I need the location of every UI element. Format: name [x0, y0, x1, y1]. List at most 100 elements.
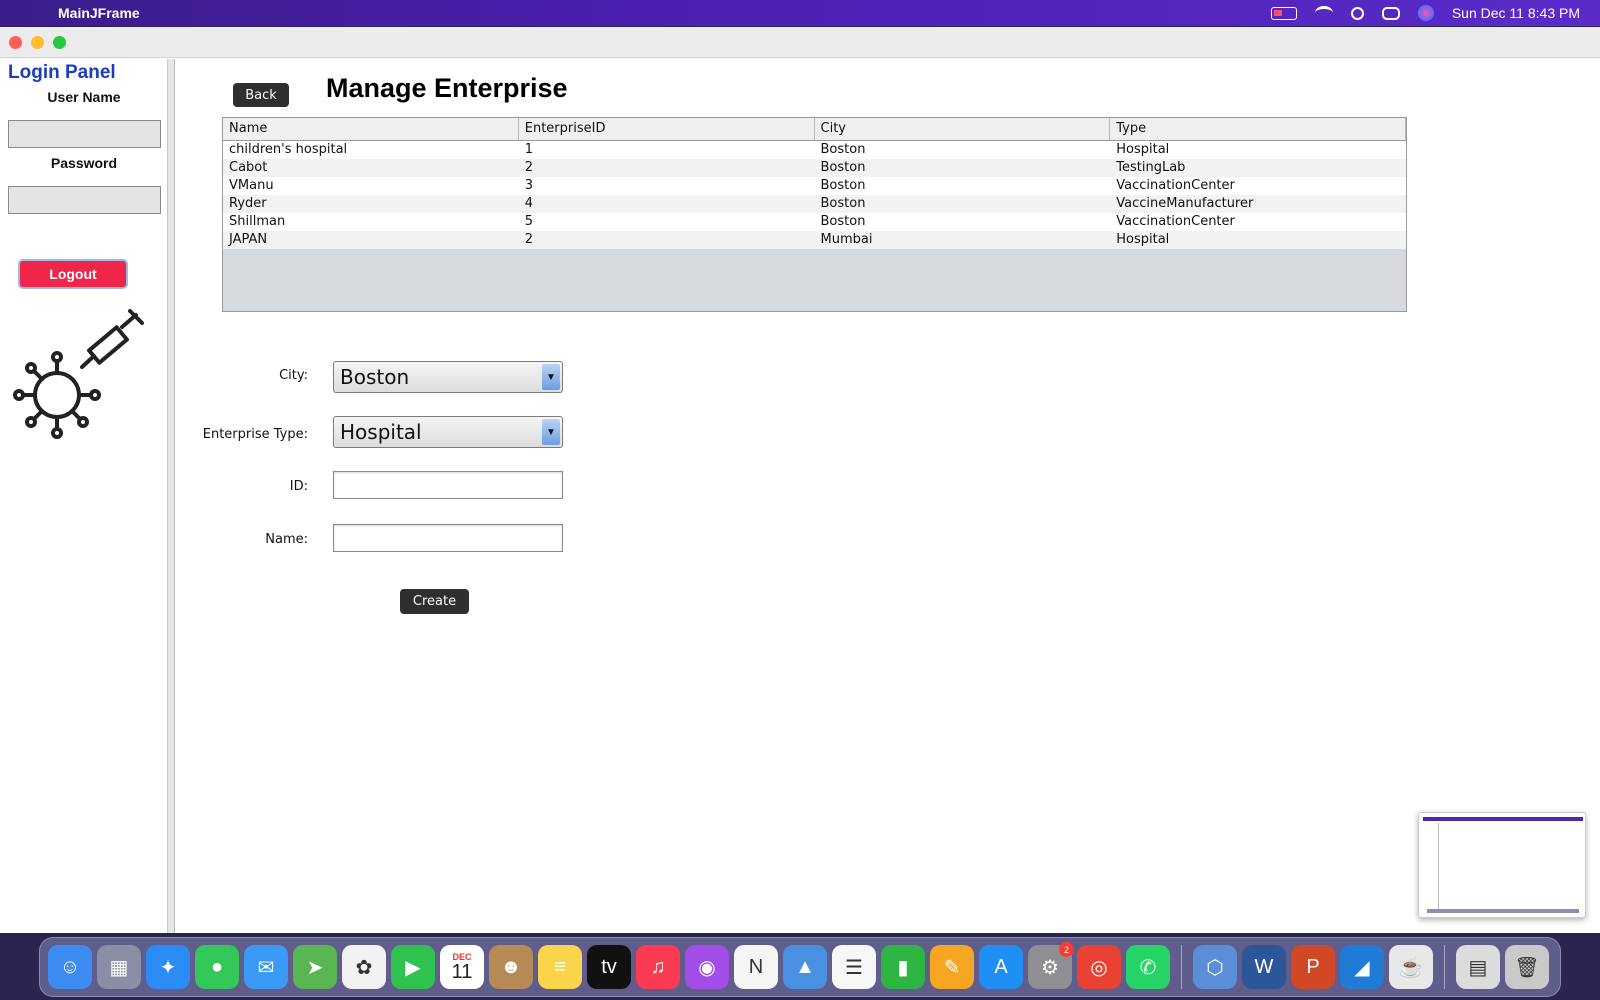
main-window: Login Panel User Name Password Logout Ba… [0, 27, 1600, 933]
dock-separator [1444, 945, 1445, 989]
notes-icon[interactable]: ≡ [538, 945, 582, 989]
menu-bar: MainJFrame Sun Dec 11 8:43 PM [0, 0, 1600, 26]
maps-icon[interactable]: ➤ [293, 945, 337, 989]
id-label: ID: [289, 479, 308, 494]
clock[interactable]: Sun Dec 11 8:43 PM [1452, 5, 1580, 21]
column-header-city[interactable]: City [815, 118, 1111, 140]
netbeans-icon[interactable]: ⬡ [1193, 945, 1237, 989]
cell-type: TestingLab [1116, 160, 1186, 175]
dock: ☺ ▦ ✦ ● ✉ ➤ ✿ ▶ DEC 11 ☻ ≡ tv ♫ ◉ N ▲ ☰ ▮ ✎ A ⚙ 2 ◎ ✆ ⬡ W P ◢ ☕ ▤ 🗑 [39, 937, 1561, 997]
reminders-icon[interactable]: ☰ [832, 945, 876, 989]
page-title: Manage Enterprise [326, 73, 568, 103]
trash-icon[interactable]: 🗑 [1505, 945, 1549, 989]
notification-badge: 2 [1059, 942, 1074, 957]
spotlight-search-icon[interactable] [1350, 6, 1364, 20]
table-header: Name EnterpriseID City Type [223, 118, 1406, 141]
system-preferences-icon[interactable]: ⚙ 2 [1028, 942, 1074, 989]
table-row[interactable]: VManu 3 Boston VaccinationCenter [223, 177, 1406, 195]
numbers-icon[interactable]: ▮ [881, 945, 925, 989]
whatsapp-icon[interactable]: ✆ [1126, 945, 1170, 989]
cell-name: children's hospital [229, 142, 348, 157]
cell-enterprise-id: 1 [524, 142, 534, 157]
id-field[interactable] [333, 471, 563, 499]
screenshot-preview-thumbnail[interactable] [1418, 812, 1586, 918]
logout-button[interactable]: Logout [18, 259, 128, 289]
launchpad-icon[interactable]: ▦ [97, 945, 141, 989]
name-label: Name: [265, 532, 308, 547]
screenshot-stack-icon[interactable]: ▤ [1456, 945, 1500, 989]
cell-city: Boston [820, 142, 866, 157]
cell-name: Ryder [229, 196, 267, 211]
cell-city: Mumbai [820, 232, 873, 247]
table-row[interactable]: children's hospital 1 Boston Hospital [223, 141, 1406, 159]
app-store-icon[interactable]: A [979, 945, 1023, 989]
city-dropdown[interactable]: Boston ▼ [333, 361, 563, 393]
photos-icon[interactable]: ✿ [342, 945, 386, 989]
music-icon[interactable]: ♫ [636, 945, 680, 989]
vscode-icon[interactable]: ◢ [1340, 945, 1384, 989]
chrome-icon[interactable]: ◎ [1077, 945, 1121, 989]
siri-icon[interactable] [1417, 5, 1434, 21]
column-header-name[interactable]: Name [223, 118, 519, 140]
column-header-type[interactable]: Type [1110, 118, 1406, 140]
title-bar[interactable] [0, 27, 1600, 58]
cell-type: VaccinationCenter [1116, 178, 1235, 193]
keynote-icon[interactable]: ▲ [783, 945, 827, 989]
pages-icon[interactable]: ✎ [930, 945, 974, 989]
manage-enterprise-panel: Back Manage Enterprise Name EnterpriseID… [176, 59, 1600, 933]
podcasts-icon[interactable]: ◉ [685, 945, 729, 989]
word-icon[interactable]: W [1242, 945, 1286, 989]
password-field[interactable] [8, 186, 161, 214]
facetime-icon[interactable]: ▶ [391, 945, 435, 989]
split-pane-divider[interactable] [168, 59, 175, 933]
enterprise-table[interactable]: Name EnterpriseID City Type children's h… [222, 117, 1407, 312]
contacts-icon[interactable]: ☻ [489, 945, 533, 989]
username-field[interactable] [8, 120, 161, 148]
close-window-button[interactable] [9, 36, 22, 49]
safari-icon[interactable]: ✦ [146, 945, 190, 989]
cell-name: Cabot [229, 160, 268, 175]
table-row[interactable]: Shillman 5 Boston VaccinationCenter [223, 213, 1406, 231]
login-panel: Login Panel User Name Password Logout [0, 59, 168, 933]
calendar-day: 11 [451, 961, 473, 983]
vaccine-virus-logo-icon [13, 309, 144, 439]
cell-city: Boston [820, 160, 866, 175]
cell-city: Boston [820, 178, 866, 193]
city-dropdown-value: Boston [340, 365, 410, 389]
city-label: City: [279, 368, 308, 383]
news-icon[interactable]: N [734, 945, 778, 989]
app-name[interactable]: MainJFrame [58, 5, 140, 21]
thumbnail-sidebar [1423, 823, 1439, 911]
chevron-down-icon[interactable]: ▼ [542, 364, 560, 390]
table-row[interactable]: Cabot 2 Boston TestingLab [223, 159, 1406, 177]
login-panel-title: Login Panel [8, 62, 116, 83]
finder-icon[interactable]: ☺ [48, 945, 92, 989]
cell-type: Hospital [1116, 232, 1170, 247]
control-center-icon[interactable] [1381, 6, 1400, 20]
dock-separator [1181, 945, 1182, 989]
mail-icon[interactable]: ✉ [244, 945, 288, 989]
cell-enterprise-id: 2 [524, 160, 534, 175]
cell-type: VaccineManufacturer [1116, 196, 1254, 211]
calendar-icon[interactable]: DEC 11 [440, 945, 484, 989]
java-icon[interactable]: ☕ [1389, 945, 1433, 989]
tv-icon[interactable]: tv [587, 945, 631, 989]
column-header-enterprise-id[interactable]: EnterpriseID [519, 118, 815, 140]
messages-icon[interactable]: ● [195, 945, 239, 989]
battery-icon[interactable] [1270, 6, 1297, 20]
enterprise-type-dropdown[interactable]: Hospital ▼ [333, 416, 563, 448]
create-button[interactable]: Create [400, 589, 469, 614]
enterprise-type-dropdown-value: Hospital [340, 420, 422, 444]
chevron-down-icon[interactable]: ▼ [542, 419, 560, 445]
table-row[interactable]: JAPAN 2 Mumbai Hospital [223, 231, 1406, 249]
back-button[interactable]: Back [233, 83, 289, 107]
maximize-window-button[interactable] [53, 36, 66, 49]
status-area: Sun Dec 11 8:43 PM [1270, 0, 1580, 26]
table-body: children's hospital 1 Boston Hospital Ca… [223, 141, 1406, 249]
wifi-icon[interactable] [1314, 6, 1333, 20]
name-field[interactable] [333, 524, 563, 552]
minimize-window-button[interactable] [31, 36, 44, 49]
enterprise-type-label: Enterprise Type: [202, 427, 308, 442]
table-row[interactable]: Ryder 4 Boston VaccineManufacturer [223, 195, 1406, 213]
powerpoint-icon[interactable]: P [1291, 945, 1335, 989]
